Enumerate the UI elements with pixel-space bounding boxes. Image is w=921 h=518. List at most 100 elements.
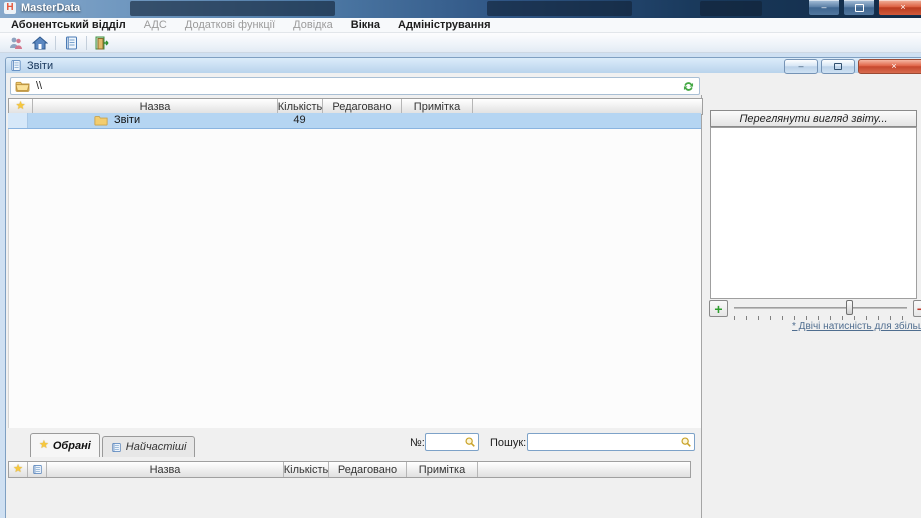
column-label: Редаговано <box>332 101 391 113</box>
search-field[interactable] <box>527 433 695 451</box>
path-text: \\ <box>36 80 42 92</box>
search-icon[interactable] <box>680 436 692 448</box>
report-window-icon <box>10 59 22 72</box>
zoom-in-button[interactable]: + <box>709 300 728 317</box>
number-label: №: <box>410 437 425 449</box>
close-icon: × <box>900 3 905 12</box>
reports-minimize-button[interactable]: – <box>784 59 818 74</box>
column-count[interactable]: Кількість <box>278 99 323 114</box>
tab-favorites[interactable]: ★ Обрані <box>30 433 100 457</box>
menu-windows[interactable]: Вікна <box>342 19 389 31</box>
close-button[interactable]: × <box>878 0 921 16</box>
home-icon <box>32 35 48 51</box>
tab-label: Обрані <box>53 440 91 452</box>
maximize-icon <box>855 4 864 12</box>
window-titlebar: H MasterData <box>0 0 921 18</box>
column-favorite[interactable]: ★ <box>9 99 33 114</box>
reports-restore-button[interactable] <box>821 59 855 74</box>
menu-bar: Абонентський відділ АДС Додаткові функці… <box>0 18 921 33</box>
column-note[interactable]: Примітка <box>402 99 473 114</box>
table-row-zvity[interactable]: Звіти 49 <box>8 113 701 129</box>
column-label: Назва <box>140 101 171 113</box>
column-favorite[interactable]: ★ <box>9 462 28 477</box>
favorites-tabs: ★ Обрані Найчастіші <box>30 433 195 457</box>
close-icon: × <box>891 62 896 71</box>
column-name[interactable]: Назва <box>47 462 284 477</box>
minimize-button[interactable]: – <box>808 0 840 16</box>
reports-table-body <box>8 98 702 428</box>
folder-icon <box>94 114 108 126</box>
column-label: Кількість <box>284 464 328 476</box>
preview-report-button[interactable]: Переглянути вигляд звіту... <box>710 110 917 127</box>
column-note[interactable]: Примітка <box>407 462 478 477</box>
minimize-icon: – <box>798 62 803 71</box>
tab-label: Найчастіші <box>126 441 187 453</box>
subscribers-button[interactable] <box>4 33 28 53</box>
column-label: Кількість <box>278 101 322 113</box>
column-edited[interactable]: Редаговано <box>323 99 402 114</box>
exit-door-icon <box>94 35 110 51</box>
home-button[interactable] <box>28 33 52 53</box>
column-name[interactable]: Назва <box>33 99 278 114</box>
column-edited[interactable]: Редаговано <box>329 462 407 477</box>
background-window-fragment <box>487 1 632 16</box>
number-input[interactable] <box>428 435 466 451</box>
exit-button[interactable] <box>90 33 114 53</box>
row-count: 49 <box>277 114 322 126</box>
app-icon: H <box>4 2 16 14</box>
column-filler <box>473 99 702 114</box>
panel-divider <box>701 95 702 518</box>
application-window: H MasterData – × Абонентський відділ АДС… <box>0 0 921 518</box>
background-window-fragment <box>130 1 335 16</box>
refresh-icon[interactable] <box>682 80 695 93</box>
notebook-icon <box>32 464 43 475</box>
zoom-out-button[interactable]: − <box>913 300 921 317</box>
background-window-fragment <box>700 1 762 16</box>
report-preview-area[interactable] <box>710 127 917 299</box>
column-count[interactable]: Кількість <box>284 462 329 477</box>
restore-icon <box>834 63 842 70</box>
plus-icon: + <box>714 302 722 316</box>
users-icon <box>8 35 24 51</box>
reports-close-button[interactable]: × <box>858 59 921 74</box>
notebook-icon <box>111 442 122 453</box>
number-field[interactable] <box>425 433 479 451</box>
menu-subscriber-dept[interactable]: Абонентський відділ <box>2 19 135 31</box>
menu-extra-functions[interactable]: Додаткові функції <box>176 19 284 31</box>
column-label: Редаговано <box>338 464 397 476</box>
toolbar <box>0 33 921 53</box>
toolbar-separator <box>86 36 87 50</box>
search-label: Пошук: <box>490 437 526 449</box>
notebook-icon <box>63 35 79 51</box>
toolbar-separator <box>55 36 56 50</box>
star-icon: ★ <box>13 464 23 475</box>
column-label: Примітка <box>414 101 460 113</box>
reports-window-title: Звіти <box>27 60 53 72</box>
star-icon: ★ <box>39 440 49 451</box>
star-icon: ★ <box>16 101 26 112</box>
path-bar[interactable]: \\ <box>10 77 700 95</box>
window-title: MasterData <box>21 2 80 14</box>
column-filler <box>478 462 690 477</box>
column-label: Примітка <box>419 464 465 476</box>
column-label: Назва <box>150 464 181 476</box>
zoom-hint-link[interactable]: * Двічі натисність для збільшен <box>792 321 921 332</box>
zoom-slider-track[interactable] <box>734 307 907 309</box>
tab-most-frequent[interactable]: Найчастіші <box>102 436 196 457</box>
favorites-table-header: ★ Назва Кількість Редаговано Примітка <box>8 461 691 478</box>
menu-ads[interactable]: АДС <box>135 19 176 31</box>
search-input[interactable] <box>530 435 680 451</box>
zoom-slider-ticks <box>734 316 909 320</box>
zoom-slider-thumb[interactable] <box>846 300 853 315</box>
reports-button[interactable] <box>59 33 83 53</box>
column-type[interactable] <box>28 462 47 477</box>
menu-administration[interactable]: Адміністрування <box>389 19 499 31</box>
folder-icon <box>15 80 30 92</box>
menu-help[interactable]: Довідка <box>284 19 342 31</box>
search-icon[interactable] <box>464 436 476 448</box>
row-name: Звіти <box>114 114 140 126</box>
minus-icon: − <box>917 302 921 316</box>
preview-button-label: Переглянути вигляд звіту... <box>739 113 887 125</box>
maximize-button[interactable] <box>843 0 875 16</box>
minimize-icon: – <box>821 3 826 12</box>
